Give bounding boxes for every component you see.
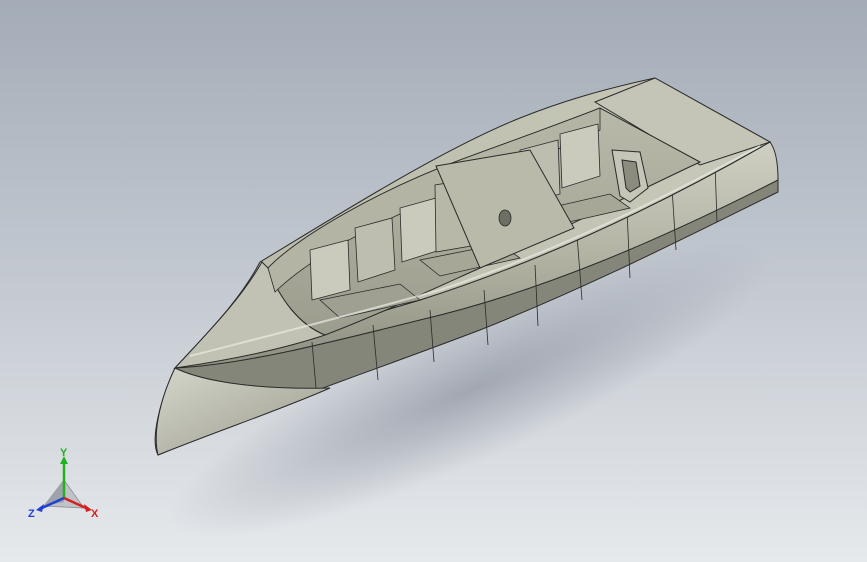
boat-model[interactable]	[0, 0, 867, 562]
orientation-triad[interactable]: Y X Z	[24, 446, 104, 526]
3d-viewport[interactable]: Y X Z	[0, 0, 867, 562]
bulkhead-hole	[498, 209, 512, 227]
y-axis-label: Y	[60, 447, 68, 459]
x-axis-label: X	[91, 508, 99, 520]
z-axis-arrow	[36, 504, 44, 512]
z-axis-label: Z	[28, 508, 35, 520]
